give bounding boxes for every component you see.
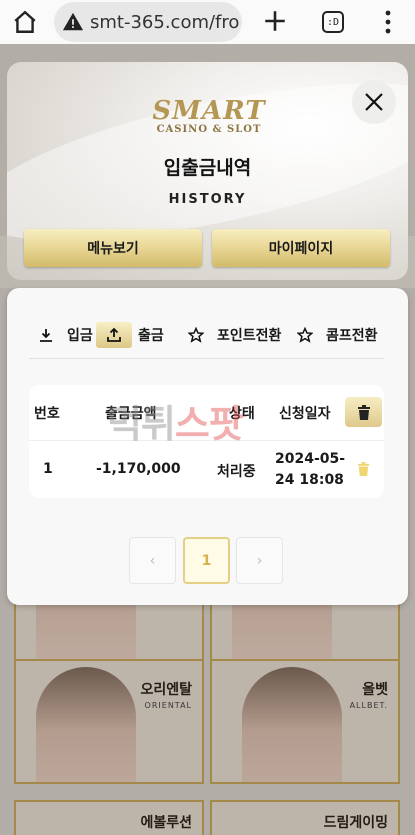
tab-label: 콤프전환 bbox=[326, 328, 378, 344]
current-page-button[interactable]: 1 bbox=[183, 537, 230, 584]
tab-comp-convert[interactable]: 콤프전환 bbox=[290, 320, 378, 350]
more-menu-icon[interactable] bbox=[384, 10, 392, 34]
delete-all-button[interactable] bbox=[345, 397, 382, 427]
history-table: 번호 출금금액 상태 신청일자 1 -1,170,000 처리중 2024-05… bbox=[29, 385, 384, 498]
address-bar[interactable]: smt-365.com/fro bbox=[54, 2, 242, 42]
tab-label: 포인트전환 bbox=[217, 328, 282, 344]
trash-icon bbox=[357, 404, 370, 420]
row-status: 처리중 bbox=[217, 464, 256, 480]
star-icon bbox=[181, 322, 211, 348]
menu-button[interactable]: 메뉴보기 bbox=[24, 229, 202, 267]
row-date-line2: 24 18:08 bbox=[275, 472, 344, 488]
tab-point-convert[interactable]: 포인트전환 bbox=[181, 320, 281, 350]
history-panel: 입금 출금 포인트전환 콤프전환 번호 출금금액 상태 신청일자 1 -1,17… bbox=[7, 288, 408, 605]
column-header-amount: 출금금액 bbox=[105, 406, 157, 422]
row-date-line1: 2024-05- bbox=[275, 451, 346, 467]
url-text: smt-365.com/fro bbox=[90, 11, 240, 33]
tab-switcher-button[interactable]: :D bbox=[322, 11, 344, 33]
close-icon bbox=[365, 93, 383, 111]
page-title: 입출금내역 bbox=[163, 157, 252, 179]
browser-toolbar: smt-365.com/fro :D bbox=[0, 0, 415, 44]
warning-icon[interactable] bbox=[62, 11, 84, 33]
row-amount: -1,170,000 bbox=[96, 461, 181, 477]
row-delete-button[interactable] bbox=[357, 461, 370, 480]
mypage-button[interactable]: 마이페이지 bbox=[212, 229, 390, 267]
tab-withdraw[interactable]: 출금 bbox=[96, 320, 164, 350]
history-header: SMART CASINO & SLOT 입출금내역 HISTORY 메뉴보기 마… bbox=[7, 62, 408, 280]
logo-text: SMART bbox=[152, 96, 266, 126]
column-header-date: 신청일자 bbox=[279, 406, 331, 422]
star-icon bbox=[290, 322, 320, 348]
page-subtitle: HISTORY bbox=[168, 192, 247, 207]
download-icon bbox=[31, 322, 61, 348]
column-header-status: 상태 bbox=[229, 406, 255, 422]
row-divider bbox=[29, 440, 384, 441]
site-logo: SMART CASINO & SLOT bbox=[147, 98, 271, 136]
tab-label: 출금 bbox=[138, 328, 164, 344]
home-icon[interactable] bbox=[12, 9, 38, 35]
divider bbox=[29, 358, 384, 359]
row-number: 1 bbox=[43, 461, 53, 477]
trash-icon bbox=[357, 462, 370, 476]
tab-deposit[interactable]: 입금 bbox=[31, 320, 93, 350]
new-tab-icon[interactable] bbox=[262, 8, 288, 34]
tab-label: 입금 bbox=[67, 328, 93, 344]
next-page-button[interactable]: › bbox=[236, 537, 283, 584]
column-header-number: 번호 bbox=[34, 406, 60, 422]
prev-page-button[interactable]: ‹ bbox=[129, 537, 176, 584]
upload-icon bbox=[96, 322, 132, 348]
close-button[interactable] bbox=[352, 80, 396, 124]
logo-subtext: CASINO & SLOT bbox=[156, 124, 262, 135]
history-tabs: 입금 출금 포인트전환 콤프전환 bbox=[7, 320, 408, 350]
